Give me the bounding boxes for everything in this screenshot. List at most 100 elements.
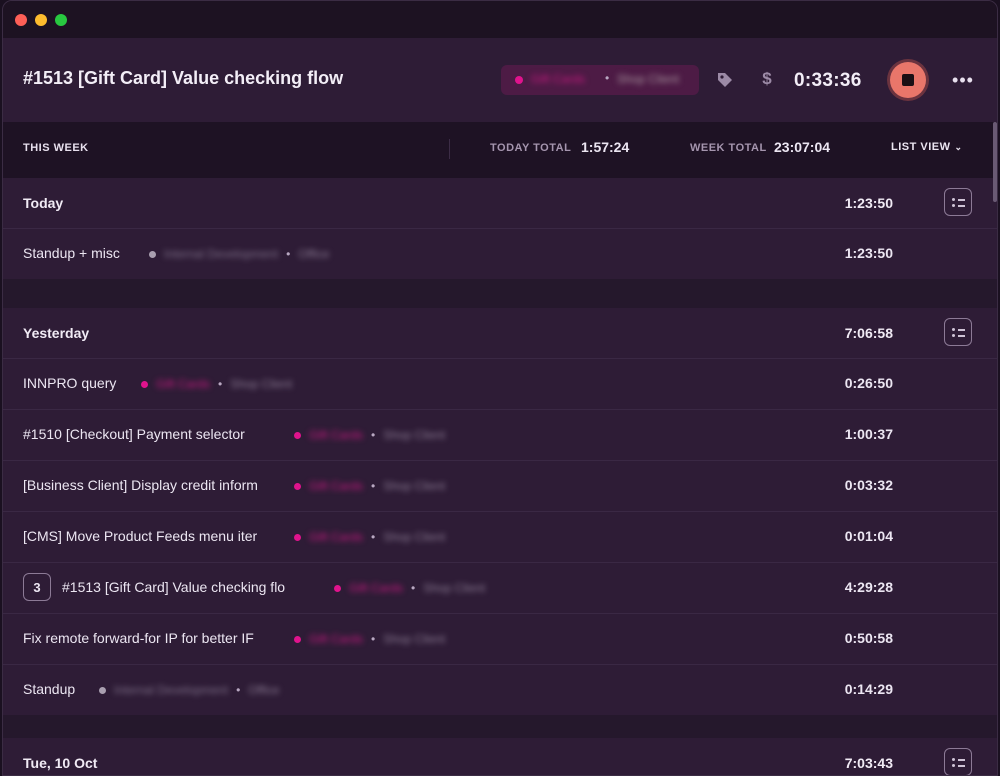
entry-description: #1513 [Gift Card] Value checking flo bbox=[62, 579, 286, 595]
project-color-dot bbox=[515, 76, 523, 84]
stop-button[interactable] bbox=[890, 62, 926, 98]
project-color-dot bbox=[294, 635, 301, 643]
time-entry-row[interactable]: Standup + misc Internal Development • Of… bbox=[3, 228, 997, 279]
day-label: Tue, 10 Oct bbox=[23, 755, 98, 771]
project-color-dot bbox=[294, 533, 301, 541]
client-name: Office bbox=[248, 683, 280, 697]
separator-dot: • bbox=[411, 581, 416, 595]
entry-project: Internal Development • Office bbox=[99, 683, 279, 697]
client-name: Shop Client bbox=[617, 72, 680, 86]
close-window-button[interactable] bbox=[15, 14, 27, 26]
day-header: Yesterday 7:06:58 bbox=[3, 308, 997, 358]
entry-project: Internal Development • Office bbox=[149, 247, 329, 261]
time-entry-row[interactable]: [Business Client] Display credit inform … bbox=[3, 460, 997, 511]
today-total-label: TODAY TOTAL bbox=[490, 142, 572, 154]
entry-duration: 0:50:58 bbox=[844, 630, 893, 646]
running-timer: 0:33:36 bbox=[794, 70, 862, 91]
entry-project: Gift Cards • Shop Client bbox=[294, 479, 445, 493]
client-name: Shop Client bbox=[423, 581, 486, 595]
client-name: Shop Client bbox=[383, 632, 446, 646]
this-week-label: THIS WEEK bbox=[23, 142, 89, 154]
project-name: Internal Development bbox=[164, 247, 279, 261]
list-toggle-icon[interactable] bbox=[944, 318, 972, 346]
project-color-dot bbox=[141, 380, 148, 388]
today-total-value: 1:57:24 bbox=[581, 139, 630, 155]
day-group-yesterday: Yesterday 7:06:58 INNPRO query Gift Card… bbox=[3, 308, 997, 715]
time-entry-row[interactable]: [CMS] Move Product Feeds menu iter Gift … bbox=[3, 511, 997, 562]
day-total: 7:06:58 bbox=[844, 325, 893, 341]
running-task-title[interactable]: #1513 [Gift Card] Value checking flow bbox=[23, 68, 343, 89]
project-name: Gift Cards bbox=[309, 530, 364, 544]
entry-description: Standup bbox=[23, 681, 76, 697]
entry-count-badge[interactable]: 3 bbox=[23, 573, 51, 601]
project-color-dot bbox=[99, 686, 106, 694]
day-header: Today 1:23:50 bbox=[3, 178, 997, 228]
day-group-tue-10-oct: Tue, 10 Oct 7:03:43 bbox=[3, 738, 997, 775]
list-view-dropdown[interactable]: LIST VIEW ⌄ bbox=[891, 141, 963, 153]
separator-dot: • bbox=[371, 632, 376, 646]
entry-duration: 1:23:50 bbox=[844, 245, 893, 261]
separator-dot: • bbox=[371, 530, 376, 544]
entry-project: Gift Cards • Shop Client bbox=[294, 428, 445, 442]
day-header: Tue, 10 Oct 7:03:43 bbox=[3, 738, 997, 775]
maximize-window-button[interactable] bbox=[55, 14, 67, 26]
entry-description: #1510 [Checkout] Payment selector bbox=[23, 426, 245, 442]
project-name: Internal Development bbox=[114, 683, 229, 697]
project-color-dot bbox=[149, 250, 156, 258]
list-toggle-icon[interactable] bbox=[944, 748, 972, 775]
project-color-dot bbox=[294, 482, 301, 490]
week-total-value: 23:07:04 bbox=[774, 139, 831, 155]
separator-dot: • bbox=[371, 428, 376, 442]
time-entry-row[interactable]: #1510 [Checkout] Payment selector Gift C… bbox=[3, 409, 997, 460]
separator-dot: • bbox=[286, 247, 291, 261]
entry-duration: 0:26:50 bbox=[844, 375, 893, 391]
day-total: 1:23:50 bbox=[844, 195, 893, 211]
client-name: Shop Client bbox=[383, 428, 446, 442]
client-name: Office bbox=[298, 247, 330, 261]
time-entry-group-row[interactable]: 3 #1513 [Gift Card] Value checking flo G… bbox=[3, 562, 997, 613]
entry-description: Standup + misc bbox=[23, 245, 120, 261]
entry-project: Gift Cards • Shop Client bbox=[334, 581, 485, 595]
project-name: Gift Cards bbox=[156, 377, 211, 391]
entry-project: Gift Cards • Shop Client bbox=[141, 377, 292, 391]
entry-project: Gift Cards • Shop Client bbox=[294, 632, 445, 646]
running-timer-bar: #1513 [Gift Card] Value checking flow Gi… bbox=[3, 38, 997, 122]
minimize-window-button[interactable] bbox=[35, 14, 47, 26]
week-summary-bar: THIS WEEK TODAY TOTAL 1:57:24 WEEK TOTAL… bbox=[3, 122, 997, 178]
entry-description: [CMS] Move Product Feeds menu iter bbox=[23, 528, 258, 544]
project-selector[interactable]: Gift Cards • Shop Client bbox=[501, 65, 699, 95]
time-entry-row[interactable]: Fix remote forward-for IP for better IF … bbox=[3, 613, 997, 664]
app-window: #1513 [Gift Card] Value checking flow Gi… bbox=[2, 0, 998, 776]
time-entry-row[interactable]: INNPRO query Gift Cards • Shop Client 0:… bbox=[3, 358, 997, 409]
day-group-today: Today 1:23:50 Standup + misc Internal De… bbox=[3, 178, 997, 279]
stop-icon bbox=[902, 74, 914, 86]
week-total-label: WEEK TOTAL bbox=[690, 142, 767, 154]
project-color-dot bbox=[334, 584, 341, 592]
chevron-down-icon: ⌄ bbox=[954, 142, 963, 152]
project-name: Gift Cards bbox=[309, 632, 364, 646]
entry-duration: 0:14:29 bbox=[844, 681, 893, 697]
separator-dot: • bbox=[371, 479, 376, 493]
list-view-label: LIST VIEW bbox=[891, 141, 951, 153]
separator-dot: • bbox=[236, 683, 241, 697]
entry-duration: 0:03:32 bbox=[844, 477, 893, 493]
project-name: Gift Cards bbox=[309, 479, 364, 493]
time-entry-row[interactable]: Standup Internal Development • Office 0:… bbox=[3, 664, 997, 715]
tag-icon[interactable] bbox=[715, 70, 735, 90]
separator-dot: • bbox=[605, 71, 610, 85]
project-color-dot bbox=[294, 431, 301, 439]
list-toggle-icon[interactable] bbox=[944, 188, 972, 216]
client-name: Shop Client bbox=[230, 377, 293, 391]
scrollbar[interactable] bbox=[993, 122, 997, 202]
more-icon[interactable]: ••• bbox=[951, 68, 975, 92]
client-name: Shop Client bbox=[383, 479, 446, 493]
separator-dot: • bbox=[218, 377, 223, 391]
divider bbox=[449, 139, 450, 159]
dollar-icon[interactable]: $ bbox=[757, 68, 777, 90]
project-name: Gift Cards bbox=[349, 581, 404, 595]
entry-project: Gift Cards • Shop Client bbox=[294, 530, 445, 544]
entry-description: INNPRO query bbox=[23, 375, 117, 391]
day-total: 7:03:43 bbox=[844, 755, 893, 771]
entry-description: Fix remote forward-for IP for better IF bbox=[23, 630, 254, 646]
title-bar bbox=[3, 1, 997, 38]
